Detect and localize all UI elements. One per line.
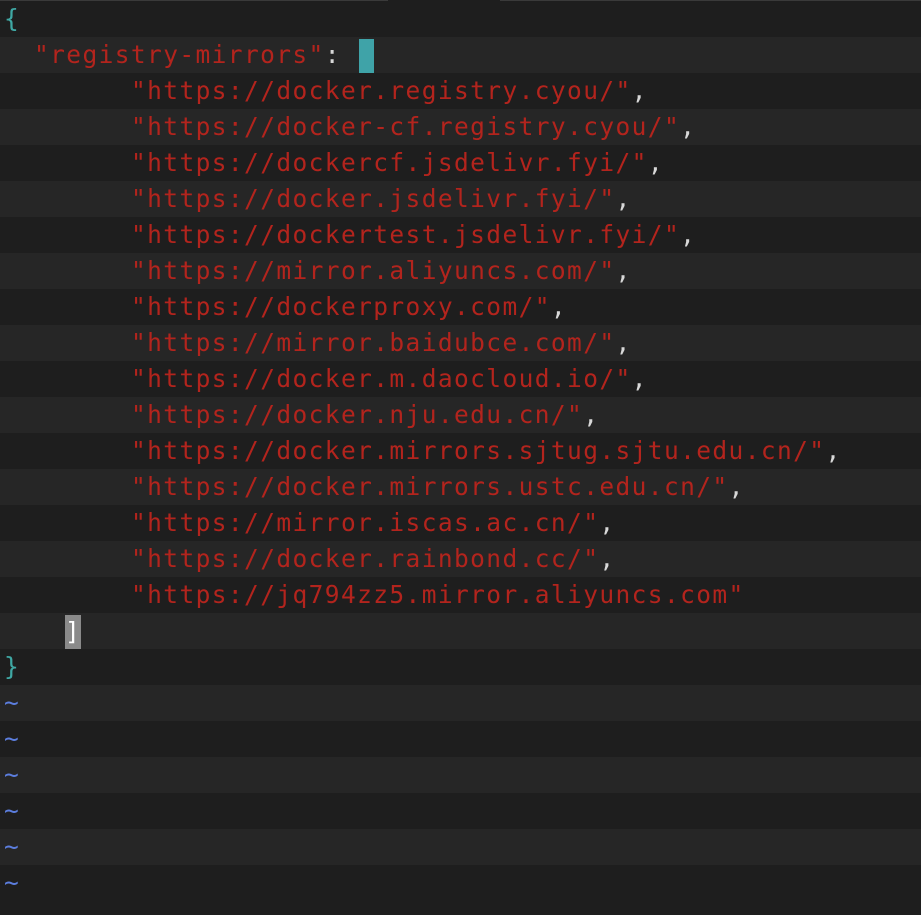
open-brace: { [4,4,21,33]
vim-editor[interactable]: { "registry-mirrors": "https://docker.re… [0,0,921,915]
close-brace: } [4,652,21,681]
colon: : [324,40,341,69]
mirror-url: "https://docker.registry.cyou/" [131,76,632,105]
code-line[interactable]: } [0,649,921,685]
mirror-url: "https://docker.rainbond.cc/" [131,544,600,573]
empty-line-marker: ~ [4,832,21,861]
text-cursor [359,39,375,73]
code-line[interactable]: "https://mirror.baidubce.com/", [0,325,921,361]
empty-line-marker: ~ [4,760,21,789]
mirror-url: "https://mirror.aliyuncs.com/" [131,256,616,285]
comma: , [615,328,632,357]
code-line[interactable]: "https://mirror.iscas.ac.cn/", [0,505,921,541]
empty-line: ~ [0,757,921,793]
mirror-url: "https://dockertest.jsdelivr.fyi/" [131,220,681,249]
code-line[interactable]: "https://dockerproxy.com/", [0,289,921,325]
json-key: "registry-mirrors" [34,40,325,69]
code-line[interactable]: "https://dockertest.jsdelivr.fyi/", [0,217,921,253]
comma: , [680,112,697,141]
mirror-url: "https://docker-cf.registry.cyou/" [131,112,681,141]
comma: , [615,184,632,213]
comma: , [825,436,842,465]
mirror-url: "https://docker.mirrors.ustc.edu.cn/" [131,472,729,501]
comma: , [599,508,616,537]
code-line[interactable]: "registry-mirrors": [0,37,921,73]
code-line[interactable]: { [0,1,921,37]
code-line[interactable]: "https://mirror.aliyuncs.com/", [0,253,921,289]
code-line[interactable]: "https://docker.rainbond.cc/", [0,541,921,577]
empty-line-marker: ~ [4,688,21,717]
editor-lines[interactable]: { "registry-mirrors": "https://docker.re… [0,1,921,901]
mirror-url: "https://mirror.baidubce.com/" [131,328,616,357]
empty-line-marker: ~ [4,868,21,897]
code-line[interactable]: "https://jq794zz5.mirror.aliyuncs.com" [0,577,921,613]
mirror-url: "https://dockerproxy.com/" [131,292,551,321]
empty-line: ~ [0,685,921,721]
mirror-url: "https://dockercf.jsdelivr.fyi/" [131,148,648,177]
comma: , [631,364,648,393]
empty-line: ~ [0,829,921,865]
mirror-url: "https://docker.m.daocloud.io/" [131,364,632,393]
empty-line: ~ [0,721,921,757]
comma: , [680,220,697,249]
empty-line-marker: ~ [4,724,21,753]
code-line[interactable]: "https://dockercf.jsdelivr.fyi/", [0,145,921,181]
comma: , [599,544,616,573]
mirror-url: "https://mirror.iscas.ac.cn/" [131,508,600,537]
mirror-url: "https://jq794zz5.mirror.aliyuncs.com" [131,580,745,609]
code-line[interactable]: "https://docker.registry.cyou/", [0,73,921,109]
code-line[interactable]: "https://docker.mirrors.ustc.edu.cn/", [0,469,921,505]
comma: , [615,256,632,285]
code-line[interactable]: "https://docker.mirrors.sjtug.sjtu.edu.c… [0,433,921,469]
mirror-url: "https://docker.nju.edu.cn/" [131,400,584,429]
code-line[interactable]: "https://docker-cf.registry.cyou/", [0,109,921,145]
comma: , [631,76,648,105]
matched-close-bracket: ] [65,615,82,649]
mirror-url: "https://docker.mirrors.sjtug.sjtu.edu.c… [131,436,826,465]
comma: , [583,400,600,429]
empty-line: ~ [0,793,921,829]
code-line[interactable]: "https://docker.m.daocloud.io/", [0,361,921,397]
empty-line-marker: ~ [4,796,21,825]
code-line[interactable]: "https://docker.jsdelivr.fyi/", [0,181,921,217]
comma: , [550,292,568,321]
comma: , [647,148,664,177]
empty-line: ~ [0,865,921,901]
comma: , [728,472,745,501]
mirror-url: "https://docker.jsdelivr.fyi/" [131,184,616,213]
code-line[interactable]: "https://docker.nju.edu.cn/", [0,397,921,433]
code-line[interactable]: ] [0,613,921,649]
